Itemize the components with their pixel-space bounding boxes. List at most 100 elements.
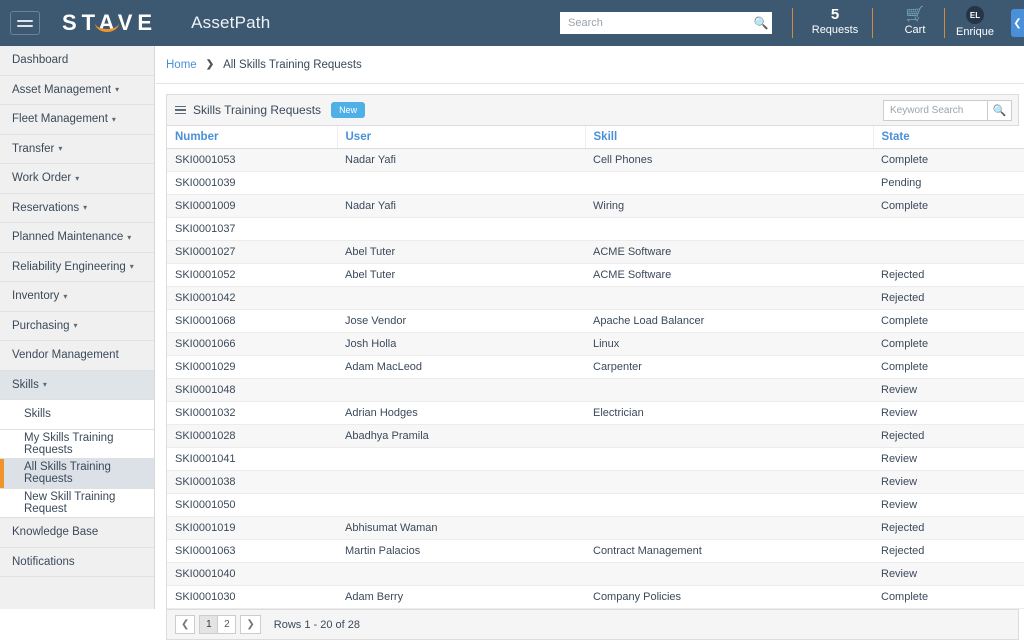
search-icon[interactable]: 🔍 (750, 12, 772, 34)
table-row[interactable]: SKI0001053 Nadar Yafi Cell Phones Complete (167, 148, 1024, 172)
sidebar-item-reliability-engineering[interactable]: Reliability Engineering ▾ (0, 252, 154, 282)
pagination-prev[interactable]: ❮ (175, 615, 196, 634)
cell-skill: Apache Load Balancer (585, 309, 873, 333)
cell-user: Jose Vendor (337, 309, 585, 333)
table-row[interactable]: SKI0001068 Jose Vendor Apache Load Balance… (167, 309, 1024, 333)
sidebar-item-purchasing[interactable]: Purchasing ▾ (0, 311, 154, 341)
cart-icon: 🛒 (905, 6, 925, 23)
requests-table: Number User Skill State SKI0001053 Nadar … (167, 126, 1024, 609)
breadcrumb-home[interactable]: Home (166, 59, 197, 71)
pager: ❮ 1 2 ❯ (175, 615, 261, 634)
table-row[interactable]: SKI0001050 Review (167, 493, 1024, 517)
cell-user: Josh Holla (337, 332, 585, 356)
table-row[interactable]: SKI0001009 Nadar Yafi Wiring Complete (167, 194, 1024, 218)
sidebar-item-label: New Skill Training Request (24, 490, 116, 515)
sidebar-item-notifications[interactable]: Notifications (0, 547, 154, 577)
sidebar-item-label: Transfer (12, 142, 55, 155)
table-row[interactable]: SKI0001063 Martin Palacios Contract Manage… (167, 539, 1024, 563)
table-row[interactable]: SKI0001032 Adrian Hodges Electrician Review (167, 401, 1024, 425)
table-row[interactable]: SKI0001027 Abel Tuter ACME Software (167, 240, 1024, 264)
cell-number: SKI0001032 (167, 401, 337, 425)
table-row[interactable]: SKI0001038 Review (167, 470, 1024, 494)
sidebar-item-label: Reliability Engineering (12, 260, 126, 273)
sidebar-item-label: Skills (24, 408, 51, 421)
cell-skill: Electrician (585, 401, 873, 425)
table-row[interactable]: SKI0001030 Adam Berry Company Policies Comp… (167, 585, 1024, 609)
sidebar-item-vendor-management[interactable]: Vendor Management (0, 341, 154, 371)
table-row[interactable]: SKI0001019 Abhisumat Waman Rejected (167, 516, 1024, 540)
chevron-down-icon: ▾ (58, 144, 63, 154)
table-row[interactable]: SKI0001037 (167, 217, 1024, 241)
requests-count: 5 (830, 6, 840, 23)
cell-skill: Carpenter (585, 355, 873, 379)
cell-state: Review (873, 447, 1024, 471)
brand-logo[interactable]: STAVE (62, 10, 157, 36)
column-header-number[interactable]: Number (167, 126, 338, 149)
top-header-bar: STAVE AssetPath 🔍 5 Requests 🛒 Cart EL E… (0, 0, 1024, 46)
list-icon[interactable] (175, 105, 186, 115)
sidebar-item-my-skills-training-requests[interactable]: My Skills Training Requests (0, 429, 154, 459)
table-row[interactable]: SKI0001040 Review (167, 562, 1024, 586)
sidebar-item-skills[interactable]: Skills (0, 400, 154, 430)
sidebar-item-planned-maintenance[interactable]: Planned Maintenance ▾ (0, 223, 154, 253)
user-menu[interactable]: EL Enrique (944, 6, 1006, 39)
cell-user (337, 286, 585, 310)
table-row[interactable]: SKI0001066 Josh Holla Linux Complete (167, 332, 1024, 356)
sidebar-item-label: Work Order (12, 172, 72, 185)
sidebar-item-skills[interactable]: Skills ▾ (0, 370, 154, 400)
sidebar-item-label: Dashboard (12, 54, 69, 67)
pagination-next[interactable]: ❯ (240, 615, 261, 634)
cell-number: SKI0001038 (167, 470, 337, 494)
app-title: AssetPath (191, 13, 271, 32)
header-divider-2 (872, 8, 873, 38)
column-header-user[interactable]: User (337, 126, 586, 149)
requests-indicator[interactable]: 5 Requests (795, 6, 875, 37)
cell-skill (585, 286, 873, 310)
chevron-left-icon[interactable]: ❮ (1011, 9, 1024, 37)
sidebar-item-all-skills-training-requests[interactable]: All Skills Training Requests (0, 459, 154, 489)
keyword-search[interactable]: 🔍 (883, 100, 1012, 121)
search-input[interactable] (566, 13, 750, 33)
sidebar-item-dashboard[interactable]: Dashboard (0, 46, 154, 76)
cell-state (873, 240, 1024, 264)
cell-number: SKI0001050 (167, 493, 337, 517)
sidebar-item-transfer[interactable]: Transfer ▾ (0, 134, 154, 164)
sidebar-item-new-skill-training-request[interactable]: New Skill Training Request (0, 488, 154, 518)
cell-number: SKI0001019 (167, 516, 337, 540)
table-row[interactable]: SKI0001052 Abel Tuter ACME Software Rejecte… (167, 263, 1024, 287)
sidebar-item-label: Skills (12, 378, 39, 391)
cell-state: Review (873, 493, 1024, 517)
cell-state: Rejected (873, 539, 1024, 563)
sidebar-item-reservations[interactable]: Reservations ▾ (0, 193, 154, 223)
table-row[interactable]: SKI0001039 Pending (167, 171, 1024, 195)
search-icon[interactable]: 🔍 (987, 100, 1012, 121)
pagination-page-1[interactable]: 1 (199, 615, 219, 634)
sidebar-item-fleet-management[interactable]: Fleet Management ▾ (0, 105, 154, 135)
sidebar-item-knowledge-base[interactable]: Knowledge Base (0, 518, 154, 548)
sidebar-item-label: Vendor Management (12, 349, 119, 362)
sidebar-item-work-order[interactable]: Work Order ▾ (0, 164, 154, 194)
cell-number: SKI0001052 (167, 263, 337, 287)
table-row[interactable]: SKI0001028 Abadhya Pramila Rejected (167, 424, 1024, 448)
sidebar-item-inventory[interactable]: Inventory ▾ (0, 282, 154, 312)
sidebar-item-asset-management[interactable]: Asset Management ▾ (0, 75, 154, 105)
table-row[interactable]: SKI0001042 Rejected (167, 286, 1024, 310)
column-header-state[interactable]: State (873, 126, 1024, 149)
hamburger-icon[interactable] (10, 11, 40, 35)
cell-user: Abadhya Pramila (337, 424, 585, 448)
table-row[interactable]: SKI0001029 Adam MacLeod Carpenter Complete (167, 355, 1024, 379)
cell-user: Abel Tuter (337, 263, 585, 287)
table-row[interactable]: SKI0001041 Review (167, 447, 1024, 471)
column-header-skill[interactable]: Skill (585, 126, 874, 149)
cell-state: Complete (873, 194, 1024, 218)
keyword-search-input[interactable] (883, 100, 987, 121)
sidebar-item-label: All Skills Training Requests (24, 461, 111, 486)
chevron-down-icon: ▾ (127, 232, 132, 242)
new-button[interactable]: New (331, 102, 366, 118)
cart-button[interactable]: 🛒 Cart (875, 6, 955, 37)
pagination-page-2[interactable]: 2 (217, 615, 237, 634)
breadcrumb-current: All Skills Training Requests (223, 58, 362, 71)
requests-label: Requests (811, 24, 859, 36)
table-row[interactable]: SKI0001048 Review (167, 378, 1024, 402)
global-search[interactable]: 🔍 (560, 12, 772, 34)
